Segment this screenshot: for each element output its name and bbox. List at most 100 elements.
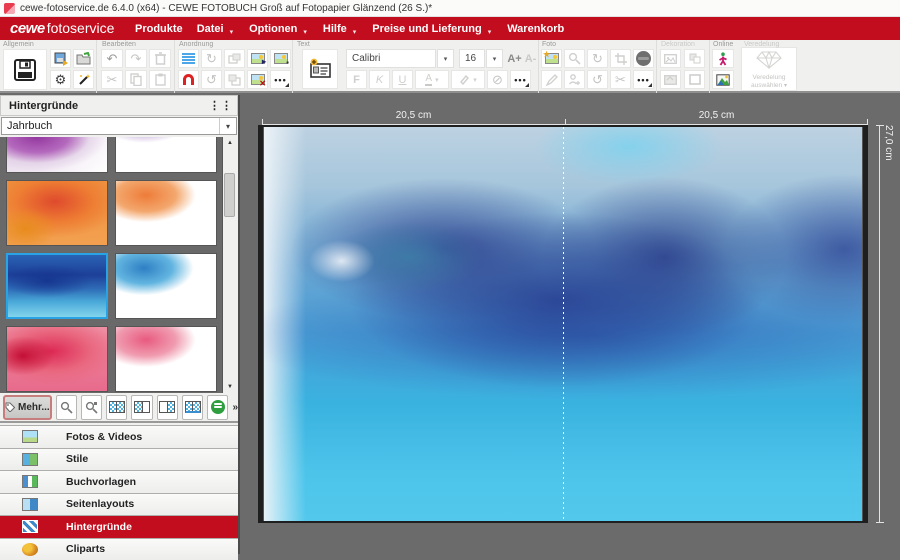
foto-more-button[interactable]: ••• <box>633 70 654 89</box>
paste-button[interactable] <box>149 70 171 89</box>
font-size-arrow[interactable]: ▾ <box>486 49 503 68</box>
text-more-button[interactable]: ••• <box>510 70 531 89</box>
photo-to-front-button[interactable]: ▸ <box>247 49 268 68</box>
background-thumbnail-pink-light[interactable] <box>115 326 217 392</box>
magnifier-page-icon <box>85 401 98 414</box>
font-size-select[interactable]: 16 <box>459 49 485 68</box>
online-gallery-button[interactable] <box>712 70 734 89</box>
photo-person-add-button[interactable] <box>564 70 585 89</box>
cut-button[interactable]: ✂ <box>101 70 123 89</box>
photo-rotate-button[interactable]: ↻ <box>587 49 608 68</box>
background-thumbnail-orange-light[interactable] <box>115 180 217 246</box>
settings-button[interactable]: ⚙ <box>50 70 71 89</box>
rotate-left-button[interactable]: ↺ <box>201 70 222 89</box>
page-layout-icon <box>22 498 38 511</box>
menu-preise-und-lieferung[interactable]: Preise und Lieferung <box>372 23 481 35</box>
open-project-button[interactable] <box>73 49 94 68</box>
decrease-font-button[interactable]: A- <box>523 49 538 68</box>
rotate-cw-icon: ↻ <box>206 52 217 65</box>
magnifier-person-icon <box>568 52 581 65</box>
copy-button[interactable] <box>125 70 147 89</box>
photo-crop-button[interactable] <box>610 49 631 68</box>
menu-datei[interactable]: Datei <box>197 23 224 35</box>
chevron-down-icon[interactable]: ▾ <box>219 118 236 134</box>
menu-hilfe[interactable]: Hilfe <box>323 23 347 35</box>
highlight-color-button[interactable]: ▾ <box>451 70 485 89</box>
apply-left-page-button[interactable] <box>131 395 152 420</box>
photo-rotate-back-button[interactable]: ↺ <box>587 70 608 89</box>
no-fill-button[interactable]: ⊘ <box>487 70 508 89</box>
page-spread[interactable] <box>258 125 868 523</box>
deco-image-button[interactable] <box>660 49 681 68</box>
save-button[interactable] <box>3 49 47 90</box>
sidebar-item-buchvorlagen[interactable]: Buchvorlagen <box>0 470 238 493</box>
deco-frame-button[interactable] <box>684 70 705 89</box>
sidebar-item-hintergruende[interactable]: Hintergründe <box>0 515 238 538</box>
remove-photo-button[interactable]: ✕ <box>247 70 268 89</box>
apply-all-pages-button[interactable] <box>182 395 203 420</box>
background-thumbnail-blue-selected[interactable] <box>6 253 108 319</box>
undo-button[interactable]: ↶ <box>101 49 123 68</box>
photo-effects-button[interactable] <box>633 49 654 68</box>
photo-save-button[interactable]: ▪ <box>270 49 291 68</box>
send-backward-button[interactable] <box>224 70 245 89</box>
veredelung-select-button[interactable]: Veredelung auswählen ▾ <box>741 47 797 91</box>
background-tools-row: Mehr... » <box>0 393 238 423</box>
rotate-right-button[interactable]: ↻ <box>201 49 222 68</box>
menu-warenkorb[interactable]: Warenkorb <box>507 23 564 35</box>
tools-overflow-button[interactable]: » <box>232 402 238 413</box>
sidebar-item-stile[interactable]: Stile <box>0 448 238 471</box>
scrollbar-thumb[interactable] <box>224 173 235 217</box>
watercolor-background[interactable] <box>263 127 863 521</box>
italic-button[interactable]: K <box>369 70 390 89</box>
increase-font-button[interactable]: A+ <box>507 49 522 68</box>
background-thumbnail-blue-light[interactable] <box>115 253 217 319</box>
photo-search-button[interactable] <box>564 49 585 68</box>
deco-shapes-button[interactable] <box>684 49 705 68</box>
pencil-icon <box>546 74 558 86</box>
menu-produkte[interactable]: Produkte <box>135 23 183 35</box>
panel-grip-icon[interactable]: ⋮⋮ <box>209 99 233 112</box>
zoom-background-button[interactable] <box>56 395 77 420</box>
anordnung-more-button[interactable]: ••• <box>270 70 291 89</box>
menu-optionen[interactable]: Optionen <box>249 23 297 35</box>
scroll-down-icon[interactable]: ▼ <box>223 381 237 393</box>
photo-edit-button[interactable] <box>541 70 562 89</box>
apply-both-pages-button[interactable] <box>106 395 127 420</box>
scroll-up-icon[interactable]: ▲ <box>223 137 237 149</box>
sidebar-item-fotos-videos[interactable]: Fotos & Videos <box>0 425 238 448</box>
background-thumbnail-red[interactable] <box>6 326 108 392</box>
redo-button[interactable]: ↷ <box>125 49 147 68</box>
bring-forward-button[interactable] <box>224 49 245 68</box>
sidebar-item-cliparts[interactable]: Cliparts <box>0 538 238 560</box>
snap-magnet-button[interactable] <box>178 70 199 89</box>
crop-icon <box>615 53 627 65</box>
background-thumbnail-purple[interactable] <box>6 137 108 173</box>
underline-button[interactable]: U <box>392 70 413 89</box>
deco-background-button[interactable] <box>660 70 681 89</box>
category-dropdown[interactable]: Jahrbuch ▾ <box>1 117 237 135</box>
assistant-button[interactable] <box>73 70 94 89</box>
add-photo-button[interactable]: ★ <box>541 49 562 68</box>
more-backgrounds-button[interactable]: Mehr... <box>3 395 52 420</box>
add-text-icon <box>308 58 332 80</box>
page-list-button[interactable] <box>178 49 199 68</box>
font-family-arrow[interactable]: ▾ <box>437 49 454 68</box>
online-share-button[interactable] <box>712 49 734 68</box>
eco-filter-button[interactable] <box>207 395 228 420</box>
thumbnail-scrollbar[interactable]: ▲ ▼ <box>222 137 236 393</box>
photo-cut-button[interactable]: ✂ <box>610 70 631 89</box>
save-as-button[interactable] <box>50 49 71 68</box>
apply-right-page-button[interactable] <box>157 395 178 420</box>
font-family-select[interactable]: Calibri <box>346 49 436 68</box>
preview-background-button[interactable] <box>81 395 102 420</box>
sidebar-item-seitenlayouts[interactable]: Seitenlayouts <box>0 493 238 516</box>
section-allgemein: Allgemein ⚙ <box>0 40 97 93</box>
background-thumbnail-purple-light[interactable] <box>115 137 217 173</box>
delete-button[interactable] <box>149 49 171 68</box>
section-text: Text Calibri ▾ 16 ▾ A+ A- F K U A ▾ ▾ ⊘ … <box>294 40 539 93</box>
background-thumbnail-orange[interactable] <box>6 180 108 246</box>
bold-button[interactable]: F <box>346 70 367 89</box>
add-text-button[interactable] <box>302 49 338 89</box>
font-color-button[interactable]: A ▾ <box>415 70 449 89</box>
